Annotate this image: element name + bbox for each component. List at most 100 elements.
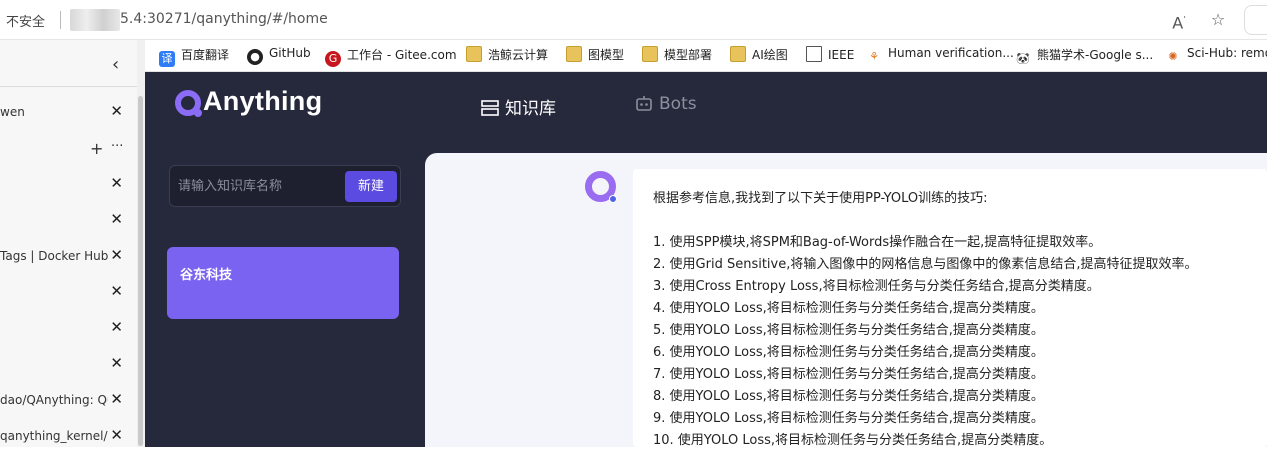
bookmark[interactable]: ⚘ Human verification... (866, 46, 1014, 66)
verification-icon: ⚘ (866, 49, 882, 65)
bookmark[interactable]: ● GitHub (247, 46, 311, 66)
kb-item-name: 谷东科技 (180, 268, 233, 283)
bookmark[interactable]: 译百度翻译 (159, 46, 230, 67)
vertical-tab[interactable]: qanything_kernel/qa ✕ (0, 425, 137, 449)
bookmark-label: AI绘图 (752, 48, 788, 62)
qanything-app: Anything 知识库 Bots 新建 谷东科技 根据参考信息,我找到了以下关… (145, 72, 1267, 448)
bookmark-label: GitHub (269, 46, 311, 60)
scihub-icon: ✺ (1165, 49, 1181, 65)
vertical-tab[interactable]: ✕ (0, 281, 137, 305)
baidu-translate-icon: 译 (159, 51, 175, 67)
logo-q-icon (175, 90, 202, 117)
gitee-icon: G (325, 51, 341, 67)
bookmark-folder[interactable]: 模型部署 (642, 46, 712, 66)
nav-knowledge-base-label: 知识库 (505, 99, 556, 119)
vertical-tab[interactable]: ✕ (0, 317, 137, 341)
address-bar[interactable]: 不安全 5.4:30271/qanything/#/home Aʼ ☆ (0, 0, 1267, 40)
close-icon[interactable]: ✕ (110, 282, 123, 300)
insecure-label[interactable]: 不安全 (6, 11, 45, 30)
document-icon (806, 46, 822, 62)
more-icon[interactable]: ··· (111, 139, 123, 154)
close-icon[interactable]: ✕ (110, 246, 123, 264)
message-line: 5. 使用YOLO Loss,将目标检测任务与分类任务结合,提高分类精度。 (653, 323, 1044, 338)
url-text[interactable]: 5.4:30271/qanything/#/home (120, 11, 328, 27)
toolbar-button[interactable] (1244, 5, 1267, 35)
bookmark-label: 百度翻译 (181, 48, 230, 62)
bookmark[interactable]: IEEE (806, 46, 854, 66)
redacted-host (70, 9, 120, 31)
bookmark-label: Human verification... (888, 46, 1014, 60)
message-line: 3. 使用Cross Entropy Loss,将目标检测任务与分类任务结合,提… (653, 279, 1100, 294)
bookmark-label: 浩鲸云计算 (488, 48, 549, 62)
bookmark-folder[interactable]: 浩鲸云计算 (466, 46, 548, 66)
nav-bots-label: Bots (659, 94, 697, 114)
vertical-tab[interactable]: ✕ (0, 353, 137, 377)
bookmark-label: 工作台 - Gitee.com (347, 48, 457, 62)
avatar-dot (609, 195, 617, 203)
kb-search-box: 新建 (169, 165, 401, 207)
bookmark-label: IEEE (828, 48, 855, 62)
bookmark-label: 图模型 (588, 48, 625, 62)
kb-name-input[interactable] (178, 174, 338, 198)
message-line: 10. 使用YOLO Loss,将目标检测任务与分类任务结合,提高分类精度。 (653, 433, 1053, 448)
favorite-star-icon[interactable]: ☆ (1207, 9, 1229, 31)
vertical-tab[interactable]: dao/QAnything: Qu ✕ (0, 389, 137, 413)
vertical-tab[interactable]: ✕ (0, 209, 137, 233)
message-line: 4. 使用YOLO Loss,将目标检测任务与分类任务结合,提高分类精度。 (653, 301, 1044, 316)
message-line: 6. 使用YOLO Loss,将目标检测任务与分类任务结合,提高分类精度。 (653, 345, 1044, 360)
close-icon[interactable]: ✕ (110, 318, 123, 336)
folder-icon (642, 46, 658, 62)
message-line: 8. 使用YOLO Loss,将目标检测任务与分类任务结合,提高分类精度。 (653, 389, 1044, 404)
nav-bots[interactable]: Bots (635, 94, 697, 114)
message-line: 1. 使用SPP模块,将SPM和Bag-of-Words操作融合在一起,提高特征… (653, 235, 1102, 250)
bookmark-label: 模型部署 (664, 48, 713, 62)
bookmark-folder[interactable]: 图模型 (566, 46, 624, 66)
tab-title: qanything_kernel/qa (0, 429, 108, 443)
collapse-panel-icon[interactable]: ‹ (112, 54, 119, 75)
message-line: 2. 使用Grid Sensitive,将输入图像中的网格信息与图像中的像素信息… (653, 257, 1198, 272)
folder-icon (466, 46, 482, 62)
tab-title: Tags | Docker Hub (0, 249, 108, 263)
close-icon[interactable]: ✕ (110, 210, 123, 228)
message-line: 9. 使用YOLO Loss,将目标检测任务与分类任务结合,提高分类精度。 (653, 411, 1044, 426)
kb-list-item[interactable]: 谷东科技 (167, 247, 399, 319)
nav-knowledge-base[interactable]: 知识库 (481, 94, 556, 119)
assistant-message: 根据参考信息,我找到了以下关于使用PP-YOLO训练的技巧: 1. 使用SPP模… (633, 169, 1267, 448)
close-icon[interactable]: ✕ (110, 174, 123, 192)
tab-title: wen (0, 105, 25, 119)
add-icon[interactable]: + (90, 139, 103, 158)
message-line: 7. 使用YOLO Loss,将目标检测任务与分类任务结合,提高分类精度。 (653, 367, 1044, 382)
chat-panel: 根据参考信息,我找到了以下关于使用PP-YOLO训练的技巧: 1. 使用SPP模… (425, 153, 1267, 448)
assistant-avatar-icon (585, 171, 619, 205)
bookmark[interactable]: G 工作台 - Gitee.com (325, 46, 457, 67)
bookmarks-bar: 译百度翻译 ● GitHub G 工作台 - Gitee.com 浩鲸云计算 图模型… (145, 40, 1267, 72)
scrollbar[interactable] (137, 40, 145, 447)
divider (60, 11, 61, 29)
bookmark-label: 熊猫学术-Google s... (1037, 48, 1154, 62)
vertical-tab[interactable]: Tags | Docker Hub ✕ (0, 245, 137, 269)
close-icon[interactable]: ✕ (110, 102, 123, 120)
logo-text: Anything (203, 86, 323, 116)
new-kb-button[interactable]: 新建 (345, 171, 397, 202)
divider (0, 86, 137, 87)
vertical-tabs-panel: ‹ wen ✕ + ··· ✕ ✕ Tags | Docker Hub ✕ ✕ … (0, 40, 145, 447)
bookmark-label: Sci-Hub: remov (1187, 46, 1267, 60)
bot-icon (636, 96, 652, 111)
vertical-tab[interactable]: wen ✕ (0, 101, 137, 125)
bookmark-folder[interactable]: AI绘图 (730, 46, 788, 66)
scrollbar-thumb[interactable] (138, 96, 143, 446)
bookmark[interactable]: 🐼 熊猫学术-Google s... (1015, 46, 1154, 67)
close-icon[interactable]: ✕ (110, 426, 123, 444)
folder-icon (730, 46, 746, 62)
close-icon[interactable]: ✕ (110, 354, 123, 372)
github-icon: ● (247, 49, 263, 65)
message-line: 根据参考信息,我找到了以下关于使用PP-YOLO训练的技巧: (653, 191, 988, 206)
bookmark[interactable]: ✺ Sci-Hub: remov (1165, 46, 1267, 66)
vertical-tab[interactable]: ✕ (0, 173, 137, 197)
folder-icon (566, 46, 582, 62)
close-icon[interactable]: ✕ (110, 390, 123, 408)
knowledge-base-icon (481, 100, 499, 116)
read-aloud-icon[interactable]: Aʼ (1168, 9, 1190, 32)
panda-icon: 🐼 (1015, 51, 1031, 67)
tab-title: dao/QAnything: Qu (0, 393, 108, 407)
